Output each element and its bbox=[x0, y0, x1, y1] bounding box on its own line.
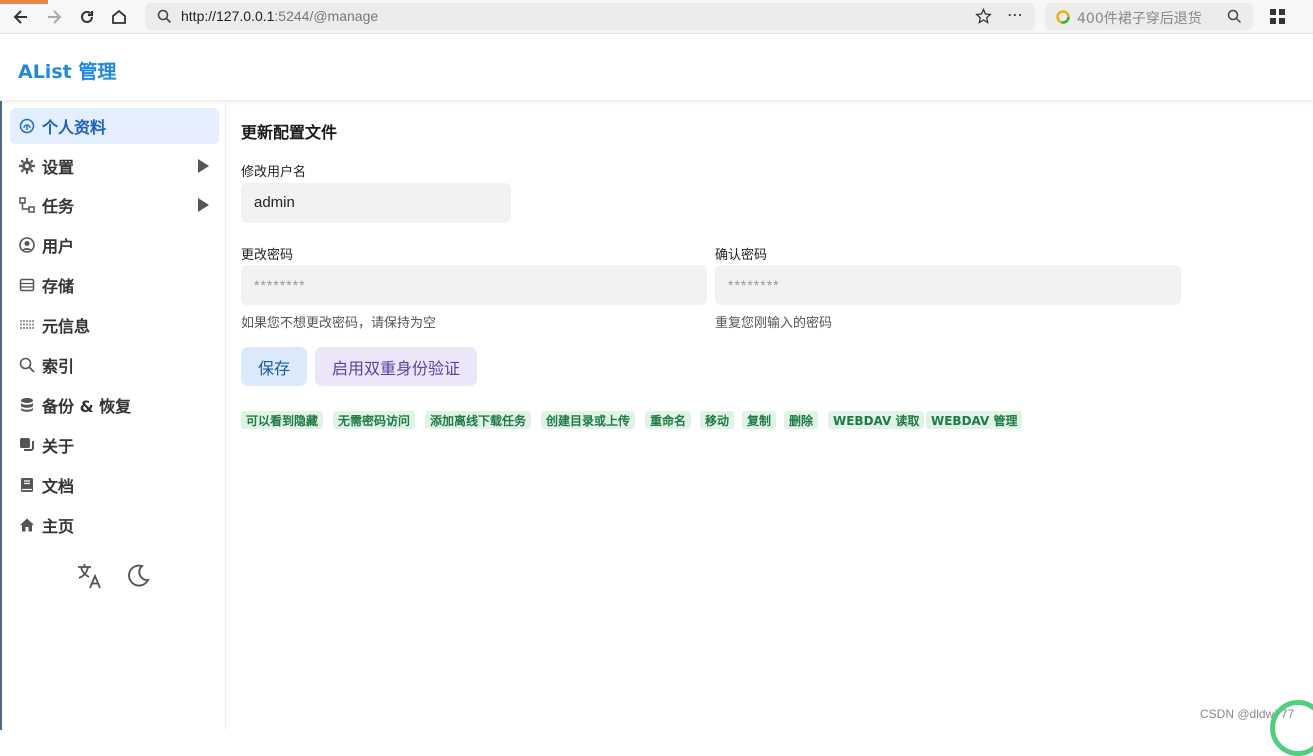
search-engine-icon bbox=[1056, 10, 1070, 24]
username-label: 修改用户名 bbox=[241, 165, 307, 180]
metadata-icon bbox=[19, 317, 35, 333]
user-circle-icon bbox=[19, 237, 35, 253]
address-bar[interactable]: http://127.0.0.1:5244/@manage ⋯ bbox=[145, 3, 1035, 30]
sidebar: 个人资料 设置 任务 用户 存储 元信息 索引 备份 & 恢复 关于 文档 主页 bbox=[0, 101, 226, 730]
permission-tag: 添加离线下载任务 bbox=[425, 411, 532, 429]
password-label: 更改密码 bbox=[241, 248, 294, 263]
sidebar-item-label: 任务 bbox=[42, 197, 75, 216]
password-help: 如果您不想更改密码，请保持为空 bbox=[241, 316, 437, 331]
sidebar-item-label: 元信息 bbox=[42, 317, 91, 336]
permission-tag: 移动 bbox=[700, 411, 735, 429]
app-header: AList 管理 bbox=[0, 35, 1313, 100]
sidebar-item-home[interactable]: 主页 bbox=[10, 507, 219, 543]
flow-icon bbox=[19, 197, 35, 213]
expand-arrow-icon[interactable] bbox=[198, 198, 209, 212]
sidebar-item-label: 用户 bbox=[42, 237, 75, 256]
page-title: 更新配置文件 bbox=[241, 123, 338, 142]
sidebar-item-users[interactable]: 用户 bbox=[10, 227, 219, 263]
confirm-password-help: 重复您刚输入的密码 bbox=[715, 316, 833, 331]
password-input[interactable]: ******** bbox=[241, 265, 707, 305]
sidebar-item-profile[interactable]: 个人资料 bbox=[10, 108, 219, 144]
home-icon bbox=[19, 517, 35, 533]
more-icon[interactable]: ⋯ bbox=[1007, 5, 1023, 24]
enable-2fa-button[interactable]: 启用双重身份验证 bbox=[315, 347, 477, 386]
copy-icon bbox=[19, 437, 35, 453]
search-placeholder: 400件裙子穿后退货 bbox=[1077, 11, 1202, 27]
database-icon bbox=[19, 397, 35, 413]
storage-icon bbox=[19, 277, 35, 293]
moon-icon[interactable] bbox=[123, 561, 153, 591]
expand-arrow-icon[interactable] bbox=[198, 159, 209, 173]
fingerprint-icon bbox=[19, 118, 35, 134]
translate-icon[interactable] bbox=[75, 561, 105, 591]
sidebar-item-settings[interactable]: 设置 bbox=[10, 148, 219, 184]
sidebar-item-label: 主页 bbox=[42, 517, 75, 536]
browser-toolbar: http://127.0.0.1:5244/@manage ⋯ 400件裙子穿后… bbox=[0, 0, 1313, 34]
confirm-password-placeholder: ******** bbox=[728, 277, 780, 293]
gear-icon bbox=[19, 158, 35, 174]
search-icon bbox=[19, 357, 35, 373]
username-value: admin bbox=[254, 194, 295, 211]
confirm-password-label: 确认密码 bbox=[715, 248, 768, 263]
reload-icon bbox=[81, 10, 93, 23]
permission-tag: 删除 bbox=[784, 411, 819, 429]
password-placeholder: ******** bbox=[254, 277, 306, 293]
apps-grid-icon[interactable] bbox=[1270, 9, 1285, 24]
home-button[interactable] bbox=[106, 4, 132, 30]
username-input[interactable]: admin bbox=[241, 183, 511, 223]
permission-tag: 无需密码访问 bbox=[333, 411, 416, 429]
browser-search[interactable]: 400件裙子穿后退货 bbox=[1045, 3, 1253, 30]
sidebar-item-tasks[interactable]: 任务 bbox=[10, 187, 219, 223]
search-go-icon[interactable] bbox=[1227, 9, 1242, 24]
permission-tag: WEBDAV 读取 bbox=[828, 411, 925, 429]
sidebar-item-label: 文档 bbox=[42, 477, 75, 496]
search-icon bbox=[157, 9, 172, 24]
url-text: http://127.0.0.1:5244/@manage bbox=[181, 8, 379, 24]
sidebar-item-label: 关于 bbox=[42, 437, 75, 456]
star-icon[interactable] bbox=[975, 8, 992, 25]
sidebar-item-label: 备份 & 恢复 bbox=[42, 397, 132, 416]
reload-button[interactable] bbox=[74, 4, 100, 30]
sidebar-item-about[interactable]: 关于 bbox=[10, 427, 219, 463]
confirm-password-input[interactable]: ******** bbox=[715, 265, 1181, 305]
forward-button[interactable] bbox=[41, 4, 67, 30]
sidebar-item-label: 索引 bbox=[42, 357, 75, 376]
permission-tag: 可以看到隐藏 bbox=[241, 411, 324, 429]
save-button[interactable]: 保存 bbox=[241, 347, 307, 386]
sidebar-item-backup[interactable]: 备份 & 恢复 bbox=[10, 387, 219, 423]
sidebar-item-storage[interactable]: 存储 bbox=[10, 267, 219, 303]
app-title[interactable]: AList 管理 bbox=[18, 57, 116, 84]
browser-home-icon bbox=[112, 9, 126, 24]
sidebar-item-label: 存储 bbox=[42, 277, 75, 296]
permission-tag: 重命名 bbox=[645, 411, 692, 429]
permission-tag: 创建目录或上传 bbox=[541, 411, 636, 429]
sidebar-item-label: 设置 bbox=[42, 158, 75, 177]
permission-tag: 复制 bbox=[742, 411, 777, 429]
floating-widget[interactable] bbox=[1270, 700, 1313, 756]
book-icon bbox=[19, 477, 35, 493]
sidebar-item-docs[interactable]: 文档 bbox=[10, 467, 219, 503]
permission-tag: WEBDAV 管理 bbox=[926, 411, 1023, 429]
back-button[interactable] bbox=[8, 4, 34, 30]
sidebar-item-label: 个人资料 bbox=[42, 118, 107, 137]
sidebar-item-index[interactable]: 索引 bbox=[10, 347, 219, 383]
forward-arrow-icon bbox=[48, 10, 62, 24]
back-arrow-icon bbox=[13, 10, 27, 24]
sidebar-item-metadata[interactable]: 元信息 bbox=[10, 307, 219, 343]
